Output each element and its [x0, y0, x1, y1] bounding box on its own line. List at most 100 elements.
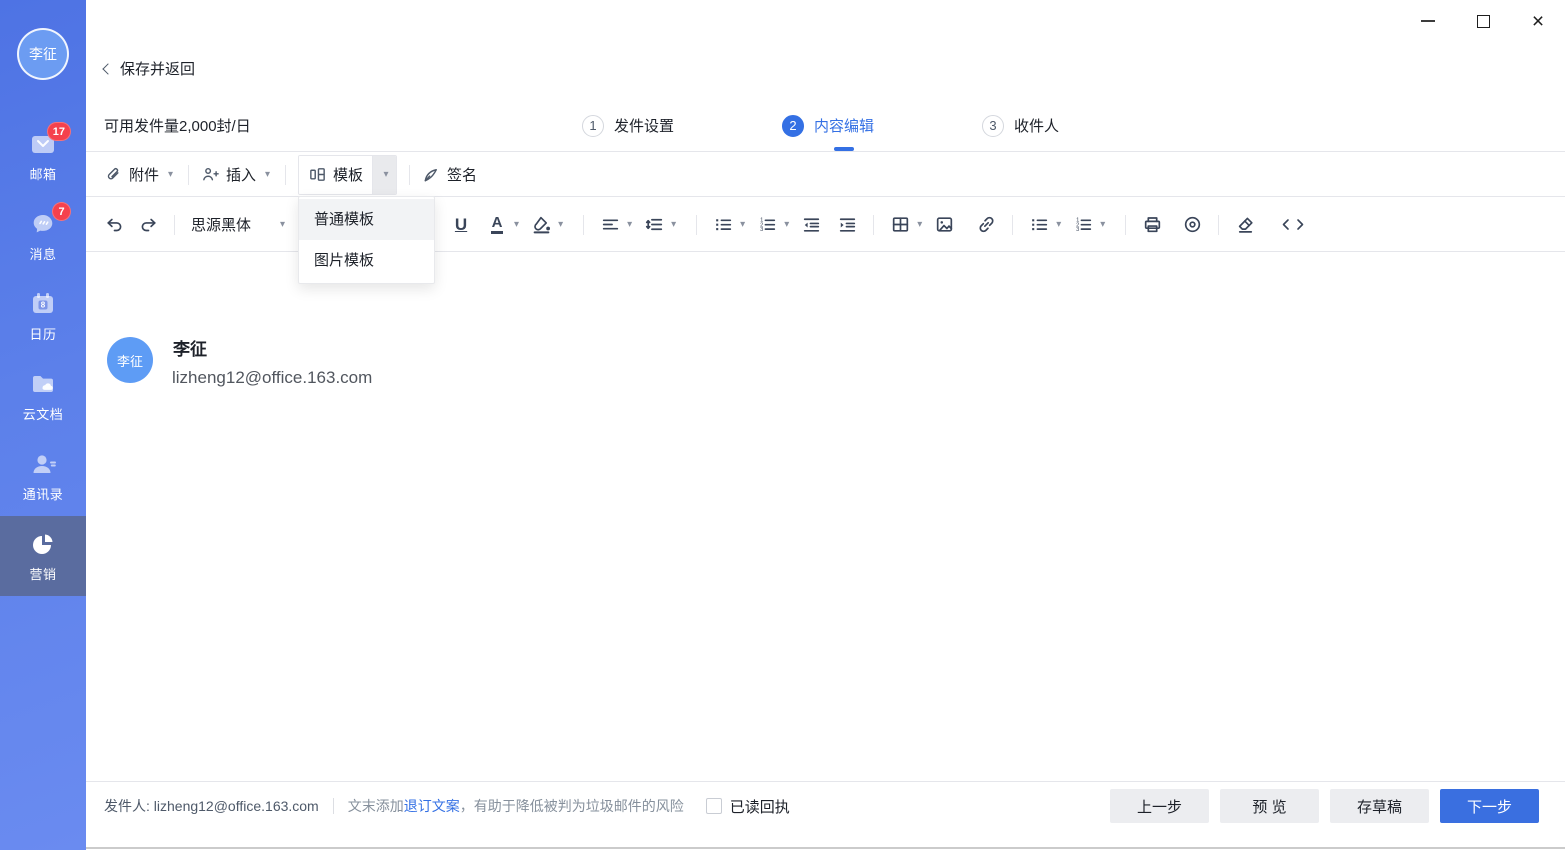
- step-content-edit[interactable]: 2 内容编辑: [782, 100, 982, 151]
- outdent-button[interactable]: [797, 211, 825, 239]
- insert-button[interactable]: 插入 ▾: [201, 164, 273, 185]
- font-family-value: 思源黑体: [191, 214, 251, 235]
- template-dropdown-toggle[interactable]: ▾: [372, 156, 396, 194]
- bottom-divider: [86, 847, 1565, 849]
- clear-format-button[interactable]: [1231, 211, 1259, 239]
- sender-name: 李征: [173, 335, 207, 360]
- template-button-group: 模板 ▾: [298, 155, 397, 195]
- chevron-down-icon[interactable]: ▾: [740, 219, 745, 230]
- signature-pen-icon: [422, 165, 441, 184]
- toolbar-separator: [188, 165, 189, 185]
- step-number: 1: [582, 115, 604, 137]
- insert-label: 插入: [226, 164, 256, 185]
- avatar[interactable]: 李征: [17, 28, 69, 80]
- read-receipt-checkbox[interactable]: [706, 798, 722, 814]
- bullet-list-button[interactable]: ▾: [709, 211, 745, 239]
- person-add-icon: [201, 165, 220, 184]
- underline-button[interactable]: U: [447, 211, 475, 239]
- undo-button[interactable]: [100, 211, 128, 239]
- previous-step-button[interactable]: 上一步: [1110, 789, 1209, 823]
- active-step-underline: [834, 147, 854, 151]
- from-address-text: 发件人: lizheng12@office.163.com: [104, 796, 319, 816]
- minimize-button[interactable]: [1419, 12, 1437, 30]
- toolbar-separator: [1218, 215, 1219, 235]
- mail-unread-badge: 17: [47, 122, 71, 141]
- contacts-icon: [29, 450, 57, 478]
- sidebar-nav: 17 邮箱 7 消息 8: [0, 116, 86, 596]
- sidebar-item-mail[interactable]: 17 邮箱: [0, 116, 86, 196]
- attachment-label: 附件: [129, 164, 159, 185]
- unsubscribe-link[interactable]: 退订文案: [404, 798, 460, 814]
- sidebar-item-cloud-docs[interactable]: 云文档: [0, 356, 86, 436]
- preview-button[interactable]: [1178, 211, 1206, 239]
- chevron-down-icon[interactable]: ▾: [1056, 219, 1061, 230]
- align-button[interactable]: ▾: [596, 211, 632, 239]
- step-label: 发件设置: [614, 115, 674, 136]
- redo-button[interactable]: [134, 211, 162, 239]
- sidebar-item-label: 日历: [29, 324, 56, 343]
- print-button[interactable]: [1138, 211, 1166, 239]
- unordered-list-button-2[interactable]: ▾: [1025, 211, 1061, 239]
- line-spacing-button[interactable]: ▾: [640, 211, 676, 239]
- chevron-down-icon[interactable]: ▾: [558, 219, 563, 230]
- chevron-down-icon[interactable]: ▾: [1100, 219, 1105, 230]
- highlight-color-button[interactable]: ▾: [527, 211, 563, 239]
- menu-item-image-template[interactable]: 图片模板: [299, 240, 434, 281]
- chevron-left-icon: [102, 63, 113, 74]
- link-icon: [976, 214, 997, 235]
- signature-button[interactable]: 签名: [422, 164, 477, 185]
- step-recipients[interactable]: 3 收件人: [982, 100, 1182, 151]
- font-family-select[interactable]: 思源黑体 ▾: [191, 214, 285, 235]
- sidebar-item-marketing[interactable]: 营销: [0, 516, 86, 596]
- sidebar-item-label: 营销: [29, 564, 56, 583]
- font-color-button[interactable]: A ▾: [483, 211, 519, 239]
- tip-prefix: 文末添加: [348, 798, 404, 814]
- footer-bar: 发件人: lizheng12@office.163.com 文末添加退订文案，有…: [86, 781, 1565, 830]
- next-step-button[interactable]: 下一步: [1440, 789, 1539, 823]
- sidebar-item-messages[interactable]: 7 消息: [0, 196, 86, 276]
- chevron-down-icon[interactable]: ▾: [627, 219, 632, 230]
- email-body-editor[interactable]: 李征 李征 lizheng12@office.163.com: [86, 253, 1565, 781]
- chevron-down-icon[interactable]: ▾: [265, 169, 270, 180]
- eraser-icon: [1235, 214, 1256, 235]
- toolbar-separator: [409, 165, 410, 185]
- close-icon: ×: [1532, 11, 1544, 32]
- attachment-button[interactable]: 附件 ▾: [104, 164, 176, 185]
- chevron-down-icon[interactable]: ▾: [168, 169, 173, 180]
- back-label: 保存并返回: [120, 58, 195, 79]
- main-panel: × 保存并返回 可用发件量2,000封/日 1 发件设置 2 内容编辑 3 收件…: [86, 0, 1565, 850]
- indent-button[interactable]: [833, 211, 861, 239]
- chevron-down-icon[interactable]: ▾: [671, 219, 676, 230]
- save-and-return-link[interactable]: 保存并返回: [104, 58, 195, 79]
- preview-mail-button[interactable]: 预 览: [1220, 789, 1319, 823]
- sidebar-item-label: 消息: [29, 244, 56, 263]
- ordered-list-button-2[interactable]: 1 2 3 ▾: [1069, 211, 1105, 239]
- numbered-list-button[interactable]: 1 2 3 ▾: [753, 211, 789, 239]
- minimize-icon: [1421, 20, 1435, 22]
- menu-item-normal-template[interactable]: 普通模板: [299, 199, 434, 240]
- chevron-down-icon[interactable]: ▾: [917, 219, 922, 230]
- undo-icon: [104, 214, 125, 235]
- link-button[interactable]: [972, 211, 1000, 239]
- chevron-down-icon[interactable]: ▾: [514, 219, 519, 230]
- maximize-button[interactable]: [1474, 12, 1492, 30]
- close-button[interactable]: ×: [1529, 12, 1547, 30]
- template-button[interactable]: 模板: [299, 156, 372, 194]
- sidebar-item-contacts[interactable]: 通讯录: [0, 436, 86, 516]
- table-button[interactable]: ▾: [886, 211, 922, 239]
- image-button[interactable]: [930, 211, 958, 239]
- table-icon: [890, 214, 911, 235]
- sidebar-item-label: 通讯录: [23, 484, 64, 503]
- chevron-down-icon[interactable]: ▾: [784, 219, 789, 230]
- toolbar-separator: [1012, 215, 1013, 235]
- app-sidebar: 李征 17 邮箱 7 消息: [0, 0, 86, 850]
- sidebar-item-calendar[interactable]: 8 日历: [0, 276, 86, 356]
- code-icon: [1279, 214, 1307, 235]
- save-draft-button[interactable]: 存草稿: [1330, 789, 1429, 823]
- toolbar-separator: [174, 215, 175, 235]
- window-controls: ×: [1419, 10, 1547, 32]
- template-dropdown-menu: 普通模板 图片模板: [298, 196, 435, 284]
- source-code-button[interactable]: [1273, 211, 1313, 239]
- line-spacing-icon: [644, 214, 665, 235]
- step-send-settings[interactable]: 1 发件设置: [582, 100, 782, 151]
